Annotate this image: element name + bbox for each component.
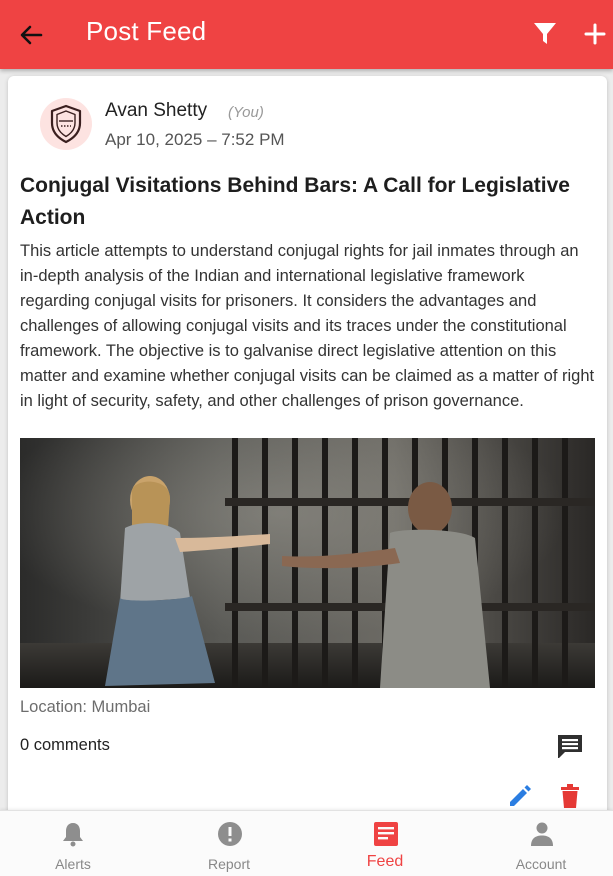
nav-label: Feed [366, 853, 404, 870]
nav-alerts[interactable]: Alerts [13, 811, 133, 876]
trash-icon[interactable] [556, 782, 584, 810]
post-date: Apr 10, 2025 – 7:52 PM [105, 130, 285, 149]
arrow-left-icon[interactable] [16, 20, 46, 50]
prison-illustration [20, 438, 595, 688]
person-icon [531, 822, 553, 846]
nav-report[interactable]: Report [169, 811, 289, 876]
post-body: This article attempts to understand conj… [20, 242, 595, 410]
post-author: Avan Shetty [105, 100, 208, 121]
post-card: Avan Shetty (You) Apr 10, 2025 – 7:52 PM… [8, 76, 607, 836]
you-tag: (You) [228, 104, 264, 121]
page-title: Post Feed [86, 16, 207, 46]
bottom-navigation: Alerts Report Feed Account [0, 810, 613, 876]
post-title: Conjugal Visitations Behind Bars: A Call… [20, 174, 570, 229]
app-bar: Post Feed [0, 0, 613, 69]
nav-account[interactable]: Account [481, 811, 601, 876]
filter-icon[interactable] [533, 21, 557, 47]
shield-icon [50, 104, 82, 144]
avatar [40, 98, 92, 150]
nav-label: Report [207, 856, 251, 872]
post-location: Location: Mumbai [20, 698, 151, 716]
pencil-icon[interactable] [506, 782, 534, 810]
plus-icon[interactable] [582, 21, 608, 47]
nav-label: Account [515, 856, 567, 872]
nav-feed[interactable]: Feed [325, 811, 445, 876]
comment-icon[interactable] [556, 732, 584, 760]
document-icon [374, 822, 398, 846]
comments-count[interactable]: 0 comments [20, 736, 110, 755]
bell-icon [63, 823, 83, 847]
post-image [20, 438, 595, 688]
nav-label: Alerts [55, 856, 91, 872]
alert-circle-icon [218, 822, 242, 846]
